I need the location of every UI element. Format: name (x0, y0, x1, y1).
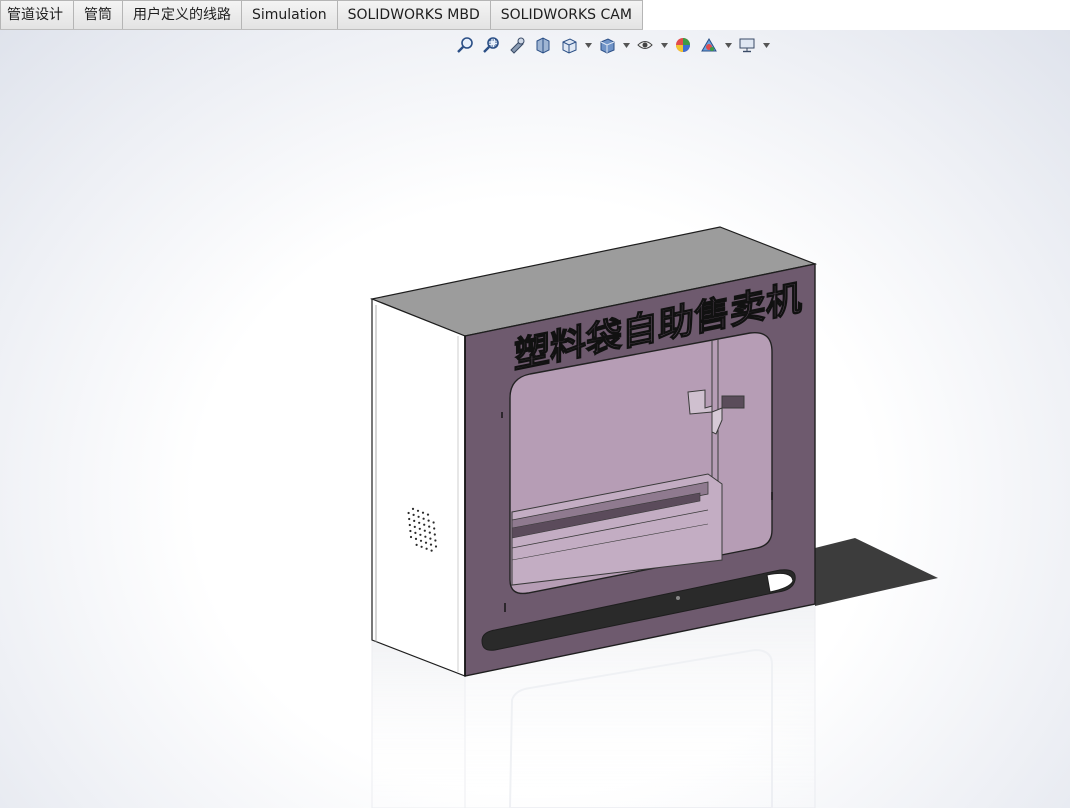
speaker-hole (424, 541, 428, 544)
speaker-hole (411, 507, 415, 510)
speaker-hole (418, 521, 421, 524)
speaker-hole (415, 543, 418, 547)
speaker-hole (428, 525, 431, 528)
speaker-hole (417, 515, 420, 518)
speaker-hole (426, 513, 430, 516)
speaker-hole (422, 517, 425, 520)
speaker-hole (420, 545, 423, 548)
model-shadow (815, 538, 938, 606)
speaker-hole (425, 547, 428, 550)
speaker-hole (429, 543, 433, 546)
speaker-hole (433, 533, 436, 536)
slot-screw (676, 596, 680, 600)
speaker-hole (423, 523, 426, 526)
speaker-hole (419, 539, 423, 542)
speaker-hole (432, 521, 435, 524)
speaker-hole (428, 531, 431, 534)
speaker-hole (414, 531, 417, 535)
speaker-hole (434, 539, 437, 542)
speaker-hole (427, 519, 430, 522)
speaker-hole (413, 525, 416, 529)
speaker-hole (429, 537, 432, 540)
cabinet-side (371, 298, 466, 677)
speaker-hole (434, 545, 438, 548)
speaker-hole (421, 511, 425, 514)
speaker-hole (433, 527, 436, 530)
speaker-hole (424, 535, 427, 538)
speaker-hole (414, 537, 418, 541)
speaker-hole (409, 535, 413, 539)
speaker-hole (413, 519, 416, 523)
speaker-hole (423, 529, 426, 532)
speaker-hole (419, 533, 422, 536)
speaker-hole (407, 511, 410, 515)
speaker-hole (408, 517, 411, 521)
speaker-hole (409, 529, 412, 533)
speaker-hole (416, 509, 420, 512)
speaker-hole (408, 523, 411, 527)
speaker-hole (412, 513, 415, 517)
speaker-hole (418, 527, 421, 530)
vending-machine-model[interactable]: 塑料袋自助售卖机 (0, 0, 1070, 808)
speaker-hole (430, 549, 433, 552)
